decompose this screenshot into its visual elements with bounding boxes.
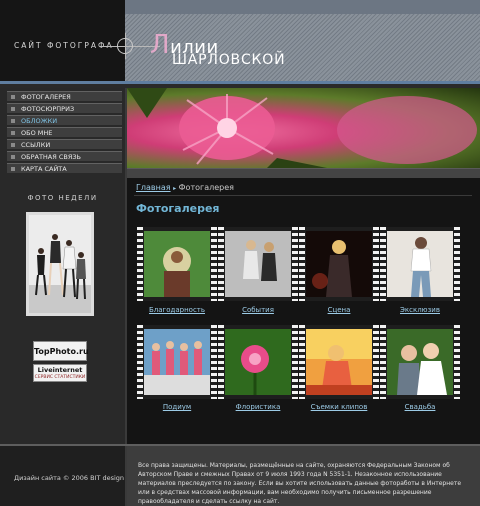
liveinternet-subtitle: СЕРВИС СТАТИСТИКИ	[34, 375, 86, 380]
week-photo-illustration	[29, 215, 91, 313]
menu-item-photosurprise[interactable]: ФОТОСЮРПРИЗ	[7, 103, 122, 113]
menu-item-feedback[interactable]: ОБРАТНАЯ СВЯЗЬ	[7, 151, 122, 161]
banner-bottom-strip	[127, 168, 480, 178]
gallery-image-stage	[306, 231, 372, 297]
gallery-image-wedding	[387, 329, 453, 395]
breadcrumb-current: Фотогалерея	[178, 183, 234, 192]
photo-of-week-title: ФОТО НЕДЕЛИ	[27, 194, 98, 202]
gallery-link-stage[interactable]: Сцена	[297, 306, 381, 314]
gallery-thumb-podium[interactable]	[137, 325, 217, 399]
flower-banner	[127, 88, 480, 168]
breadcrumb: Главная ▸ Фотогалерея	[136, 183, 234, 192]
flower-banner-image	[127, 88, 477, 168]
breadcrumb-arrow-icon: ▸	[173, 185, 177, 192]
gallery-image-clips	[306, 329, 372, 395]
breadcrumb-divider	[134, 195, 472, 196]
gallery-link-clips[interactable]: Съемки клипов	[297, 403, 381, 411]
gallery-thumb-events[interactable]	[218, 227, 298, 301]
footer-copyright-notice: Все права защищены. Материалы, размещённ…	[138, 462, 462, 505]
gallery-link-events[interactable]: События	[216, 306, 300, 314]
gallery-image-events	[225, 231, 291, 297]
gallery-image-floristics	[225, 329, 291, 395]
site-title-surname[interactable]: ШАРЛОВСКОЙ	[172, 52, 285, 68]
crosshair-icon	[117, 38, 133, 54]
topphoto-badge[interactable]: TopPhoto.ru	[33, 341, 89, 361]
header-top-strip	[125, 0, 480, 14]
gallery-link-exclusive[interactable]: Эксклюзив	[378, 306, 462, 314]
gallery-thumb-floristics[interactable]	[218, 325, 298, 399]
breadcrumb-home-link[interactable]: Главная	[136, 183, 171, 192]
gallery-link-podium[interactable]: Подиум	[135, 403, 219, 411]
liveinternet-title: Liveinternet	[37, 366, 83, 374]
gallery-link-wedding[interactable]: Свадьба	[378, 403, 462, 411]
menu-item-about[interactable]: ОБО МНЕ	[7, 127, 122, 137]
gallery-image-exclusive	[387, 231, 453, 297]
gallery-image-gratitude	[144, 231, 210, 297]
footer-credit: Дизайн сайта © 2006 BIT design	[14, 474, 125, 482]
gallery-thumb-gratitude[interactable]	[137, 227, 217, 301]
gallery-thumb-exclusive[interactable]	[380, 227, 460, 301]
gallery-thumb-stage[interactable]	[299, 227, 379, 301]
liveinternet-badge[interactable]: Liveinternet СЕРВИС СТАТИСТИКИ	[33, 364, 87, 382]
page-title: Фотогалерея	[136, 202, 220, 215]
photo-of-week-image[interactable]	[26, 212, 94, 316]
gallery-link-floristics[interactable]: Флористика	[216, 403, 300, 411]
site-title-initial: Л	[150, 30, 171, 60]
menu-item-sitemap[interactable]: КАРТА САЙТА	[7, 163, 122, 173]
menu-item-links[interactable]: ССЫЛКИ	[7, 139, 122, 149]
gallery-thumb-wedding[interactable]	[380, 325, 460, 399]
menu-item-covers[interactable]: ОБЛОЖКИ	[7, 115, 122, 125]
gallery-thumb-clips[interactable]	[299, 325, 379, 399]
menu-item-photogallery[interactable]: ФОТОГАЛЕРЕЯ	[7, 91, 122, 101]
gallery-image-podium	[144, 329, 210, 395]
gallery-link-gratitude[interactable]: Благодарность	[135, 306, 219, 314]
